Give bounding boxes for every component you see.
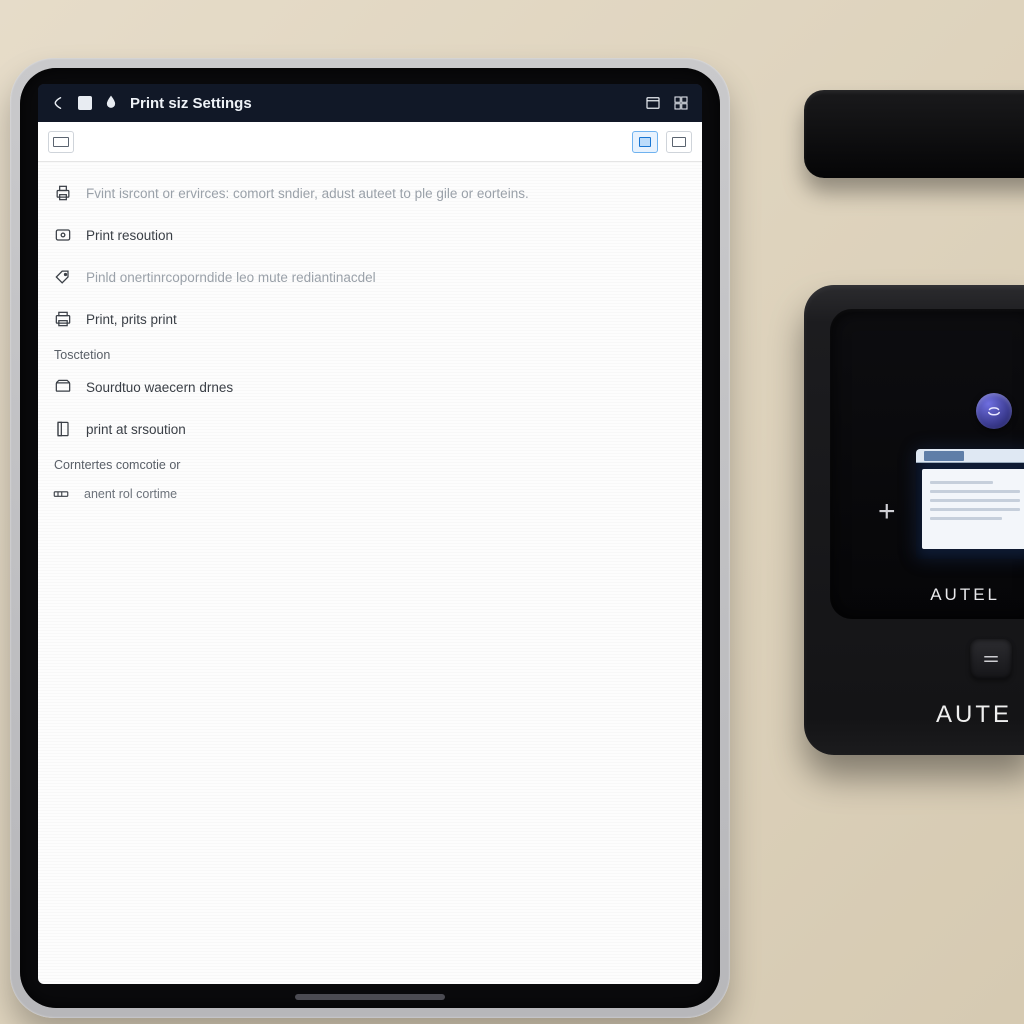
printer-lcd[interactable] xyxy=(916,449,1024,559)
list-item-note[interactable]: Pinld onertinrcoporndide leo mute redian… xyxy=(52,256,688,298)
resolution-icon xyxy=(52,224,74,246)
tablet-device: Print siz Settings xyxy=(10,58,730,1018)
section-header: Tosctetion xyxy=(52,340,688,366)
printer-brand-body: AUTE xyxy=(804,701,1024,729)
slider-icon xyxy=(52,483,70,505)
back-icon[interactable] xyxy=(50,94,68,112)
list-item-at-resolution[interactable]: print at srsoution xyxy=(52,408,688,450)
tablet-bezel: Print siz Settings xyxy=(20,68,720,1008)
list-item-drives[interactable]: Sourdtuo waecern drnes xyxy=(52,366,688,408)
page-icon xyxy=(52,418,74,440)
list-item-text: Fvint isrcont or ervirces: comort sndier… xyxy=(86,186,529,201)
list-item-description[interactable]: Fvint isrcont or ervirces: comort sndier… xyxy=(52,172,688,214)
list-item-text: anent rol cortime xyxy=(82,487,177,501)
list-item-text: print at srsoution xyxy=(86,422,186,437)
list-item-control[interactable]: anent rol cortime xyxy=(52,476,688,512)
list-item-text: Print, prits print xyxy=(86,312,177,327)
print-job-icon xyxy=(52,308,74,330)
printer-logo-icon xyxy=(976,393,1012,429)
list-item-resolution[interactable]: Print resoution xyxy=(52,214,688,256)
home-indicator[interactable] xyxy=(295,994,445,1000)
drop-icon xyxy=(102,94,120,112)
titlebar: Print siz Settings xyxy=(38,84,702,122)
printer-device: AUTE + AUTEL xyxy=(804,285,1024,755)
plus-icon[interactable]: + xyxy=(878,495,896,529)
grid-icon[interactable] xyxy=(672,94,690,112)
app-icon xyxy=(78,96,92,110)
list-item-text: Sourdtuo waecern drnes xyxy=(86,380,233,395)
view-mode-card-button[interactable] xyxy=(632,131,658,153)
accessory-bar xyxy=(804,90,1024,178)
layout-button[interactable] xyxy=(48,131,74,153)
printer-face: + AUTEL xyxy=(830,309,1024,619)
section-header: Corntertes comcotie or xyxy=(52,450,688,476)
list-item-text: Print resoution xyxy=(86,228,173,243)
window-icon[interactable] xyxy=(644,94,662,112)
tag-icon xyxy=(52,266,74,288)
drive-icon xyxy=(52,376,74,398)
settings-list: Fvint isrcont or ervirces: comort sndier… xyxy=(38,162,702,984)
page-title: Print siz Settings xyxy=(130,95,252,112)
view-mode-list-button[interactable] xyxy=(666,131,692,153)
app-screen: Print siz Settings xyxy=(38,84,702,984)
printer-brand-face: AUTEL xyxy=(830,585,1024,605)
printer-icon xyxy=(52,182,74,204)
list-item-prints[interactable]: Print, prits print xyxy=(52,298,688,340)
toolbar xyxy=(38,122,702,162)
printer-eject-button[interactable] xyxy=(970,639,1012,679)
list-item-text: Pinld onertinrcoporndide leo mute redian… xyxy=(86,270,376,285)
